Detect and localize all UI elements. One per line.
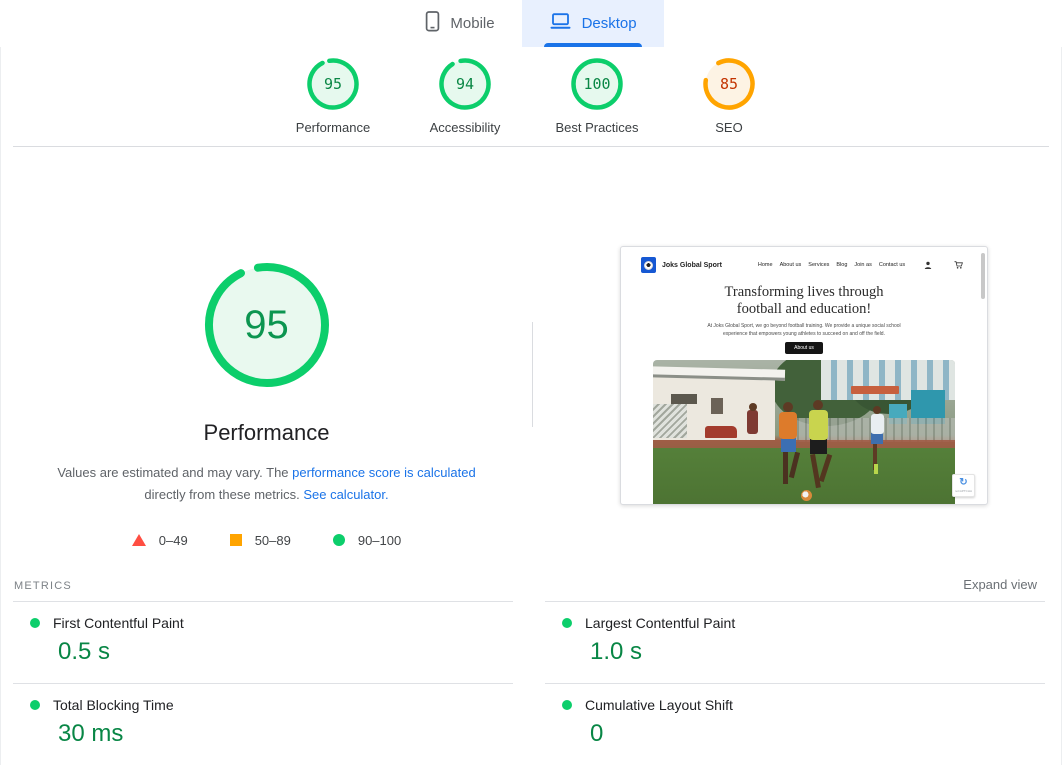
site-hero-photo [653, 360, 955, 505]
site-nav-item: Join as [854, 262, 871, 268]
legend-average: 50–89 [230, 533, 291, 548]
tab-mobile[interactable]: Mobile [398, 0, 521, 47]
site-intro-text: At Joks Global Sport, we go beyond footb… [697, 322, 912, 338]
orange-square-icon [230, 534, 242, 546]
score-label: Accessibility [430, 120, 501, 135]
score-value: 94 [438, 57, 492, 111]
metric-first-contentful-paint: First Contentful Paint 0.5 s [13, 601, 513, 683]
score-label: Performance [296, 120, 370, 135]
score-best-practices[interactable]: 100 Best Practices [531, 57, 663, 135]
metrics-header: METRICS Expand view [1, 569, 1061, 601]
site-brand: Joks Global Sport [662, 262, 722, 269]
screenshot-site-header: Joks Global Sport Home About us Services… [621, 253, 987, 277]
site-logo [641, 257, 656, 273]
cart-icon [954, 261, 963, 269]
site-headline: Transforming lives through football and … [621, 284, 987, 317]
green-status-dot-icon [562, 700, 572, 710]
metrics-section-title: METRICS [14, 580, 72, 592]
site-nav-item: Home [758, 262, 773, 268]
score-ring: 94 [438, 57, 492, 111]
performance-gauge: 95 [201, 259, 333, 391]
metric-name: First Contentful Paint [53, 615, 184, 631]
tab-desktop-label: Desktop [582, 15, 637, 32]
score-performance[interactable]: 95 Performance [267, 57, 399, 135]
metric-name: Largest Contentful Paint [585, 615, 735, 631]
score-label: Best Practices [555, 120, 638, 135]
thumbnail-scrollbar [981, 253, 985, 299]
soccer-ball-icon [644, 261, 653, 270]
metrics-grid: First Contentful Paint 0.5 s Largest Con… [13, 601, 1045, 765]
desktop-laptop-icon [549, 12, 572, 35]
legend-range-label: 0–49 [159, 533, 188, 548]
score-accessibility[interactable]: 94 Accessibility [399, 57, 531, 135]
metric-largest-contentful-paint: Largest Contentful Paint 1.0 s [545, 601, 1045, 683]
score-calculation-link[interactable]: performance score is calculated [292, 465, 476, 480]
tab-desktop[interactable]: Desktop [522, 0, 664, 47]
gauge-column: 95 Performance Values are estimated and … [1, 147, 532, 548]
metric-value: 1.0 s [590, 638, 1045, 666]
score-value: 85 [702, 57, 756, 111]
score-seo[interactable]: 85 SEO [663, 57, 795, 135]
screenshot-column: Joks Global Sport Home About us Services… [533, 147, 1061, 505]
performance-summary-section: 95 Performance Values are estimated and … [1, 147, 1061, 569]
metric-name: Cumulative Layout Shift [585, 697, 733, 713]
site-about-button: About us [785, 342, 823, 354]
score-ring: 95 [306, 57, 360, 111]
score-disclaimer: Values are estimated and may vary. The p… [32, 462, 502, 507]
person-icon [924, 261, 932, 269]
legend-good: 90–100 [333, 533, 401, 548]
lighthouse-report: 95 Performance 94 Accessibility 100 [0, 47, 1062, 765]
metric-value: 0 [590, 720, 1045, 748]
score-value: 100 [570, 57, 624, 111]
green-status-dot-icon [30, 618, 40, 628]
disclaimer-text: Values are estimated and may vary. The [57, 465, 292, 480]
green-status-dot-icon [562, 618, 572, 628]
legend-range-label: 90–100 [358, 533, 401, 548]
gauge-title: Performance [204, 420, 330, 446]
score-label: SEO [715, 120, 742, 135]
recaptcha-badge: ↻ reCAPTCHA [952, 474, 975, 497]
expand-view-link[interactable]: Expand view [963, 577, 1037, 592]
green-status-dot-icon [30, 700, 40, 710]
score-ring: 100 [570, 57, 624, 111]
metric-cumulative-layout-shift: Cumulative Layout Shift 0 [545, 683, 1045, 765]
metric-value: 30 ms [58, 720, 513, 748]
final-screenshot-thumbnail[interactable]: Joks Global Sport Home About us Services… [620, 246, 988, 505]
see-calculator-link[interactable]: See calculator. [303, 487, 388, 502]
gauge-score-value: 95 [201, 259, 333, 391]
site-nav-item: Blog [836, 262, 847, 268]
recaptcha-icon: ↻ [959, 478, 967, 488]
metric-value: 0.5 s [58, 638, 513, 666]
mobile-phone-icon [425, 11, 440, 36]
legend-range-label: 50–89 [255, 533, 291, 548]
site-header-icons [924, 261, 971, 269]
red-triangle-icon [132, 534, 146, 546]
site-nav-item: About us [780, 262, 802, 268]
tab-mobile-label: Mobile [450, 15, 494, 32]
metric-name: Total Blocking Time [53, 697, 174, 713]
device-tabbar: Mobile Desktop [0, 0, 1062, 47]
score-value: 95 [306, 57, 360, 111]
site-nav: Home About us Services Blog Join as Cont… [758, 262, 905, 268]
score-ring: 85 [702, 57, 756, 111]
site-nav-item: Contact us [879, 262, 905, 268]
metric-total-blocking-time: Total Blocking Time 30 ms [13, 683, 513, 765]
category-scores-row: 95 Performance 94 Accessibility 100 [1, 47, 1061, 135]
green-circle-icon [333, 534, 345, 546]
site-nav-item: Services [808, 262, 829, 268]
legend-fail: 0–49 [132, 533, 188, 548]
disclaimer-text: directly from these metrics. [144, 487, 303, 502]
score-range-legend: 0–49 50–89 90–100 [132, 533, 401, 548]
